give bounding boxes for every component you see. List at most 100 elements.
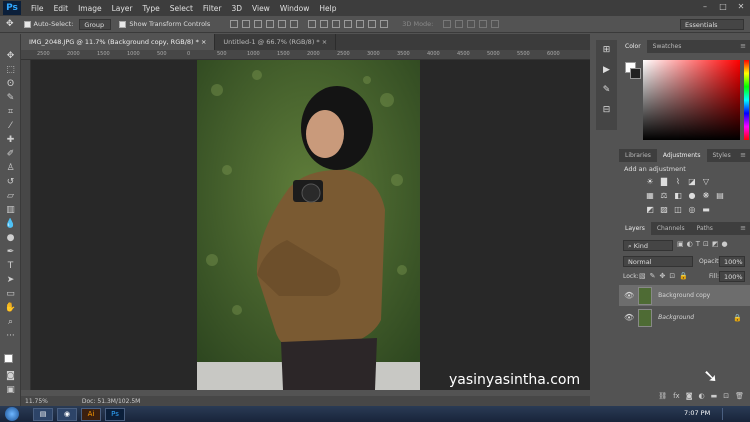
- distribute-bottom-icon[interactable]: [332, 20, 341, 28]
- blend-mode-dropdown[interactable]: Normal: [623, 256, 693, 267]
- 3d-roll-icon[interactable]: [455, 20, 464, 28]
- background-color-swatch[interactable]: [630, 68, 641, 79]
- align-hcenter-icon[interactable]: [278, 20, 287, 28]
- 3d-scale-icon[interactable]: [491, 20, 500, 28]
- close-button[interactable]: ✕: [736, 2, 746, 12]
- invert-icon[interactable]: ◩: [645, 205, 655, 215]
- adjustment-layer-icon[interactable]: ◐: [699, 392, 705, 404]
- menu-layer[interactable]: Layer: [112, 4, 133, 13]
- menu-help[interactable]: Help: [319, 4, 336, 13]
- fill-field[interactable]: 100%: [719, 271, 745, 282]
- layer-row-background-copy[interactable]: 👁 Background copy: [619, 285, 750, 306]
- 3d-orbit-icon[interactable]: [443, 20, 452, 28]
- lock-icons[interactable]: ▧✎✥⊡🔒: [639, 272, 692, 280]
- minimize-button[interactable]: –: [700, 2, 710, 12]
- menu-file[interactable]: File: [31, 4, 44, 13]
- tab-layers[interactable]: Layers: [619, 222, 651, 235]
- color-picker-field[interactable]: [643, 60, 740, 140]
- history-brush-tool-icon[interactable]: ↺: [3, 176, 18, 188]
- tab-libraries[interactable]: Libraries: [619, 149, 657, 162]
- dodge-tool-icon[interactable]: ●: [3, 232, 18, 244]
- color-balance-icon[interactable]: ⚖: [659, 191, 669, 201]
- opacity-field[interactable]: 100%: [719, 256, 745, 267]
- menu-view[interactable]: View: [252, 4, 270, 13]
- channel-mixer-icon[interactable]: ❋: [701, 191, 711, 201]
- new-group-icon[interactable]: ▬: [711, 392, 718, 404]
- photoshop-taskbar-icon[interactable]: Ps: [105, 407, 125, 421]
- screen-mode-icon[interactable]: ▣: [3, 384, 18, 396]
- document-photo[interactable]: [197, 60, 420, 390]
- quick-mask-icon[interactable]: ◙: [3, 370, 18, 382]
- properties-panel-icon[interactable]: ⊟: [600, 104, 613, 117]
- link-layers-icon[interactable]: ⛓: [658, 392, 667, 404]
- tab-styles[interactable]: Styles: [707, 149, 737, 162]
- visibility-eye-icon[interactable]: 👁: [624, 291, 634, 300]
- crop-tool-icon[interactable]: ⌗: [3, 106, 18, 118]
- menu-type[interactable]: Type: [143, 4, 160, 13]
- move-tool-icon[interactable]: ✥: [6, 19, 14, 29]
- distribute-hcenter-icon[interactable]: [356, 20, 365, 28]
- history-panel-icon[interactable]: ⊞: [600, 44, 613, 57]
- layer-style-icon[interactable]: fx: [673, 392, 680, 404]
- tab-channels[interactable]: Channels: [651, 222, 691, 235]
- tab-img-2048[interactable]: IMG_2048.JPG @ 11.7% (Background copy, R…: [21, 34, 216, 50]
- workspace-dropdown[interactable]: Essentials: [680, 19, 744, 30]
- tab-paths[interactable]: Paths: [691, 222, 719, 235]
- layer-mask-icon[interactable]: ◙: [686, 392, 693, 404]
- panel-menu-icon[interactable]: ≡: [740, 42, 746, 50]
- menu-filter[interactable]: Filter: [203, 4, 222, 13]
- brush-tool-icon[interactable]: ✐: [3, 148, 18, 160]
- distribute-vcenter-icon[interactable]: [320, 20, 329, 28]
- levels-icon[interactable]: ▇: [659, 177, 669, 187]
- distribute-top-icon[interactable]: [308, 20, 317, 28]
- clone-stamp-tool-icon[interactable]: ♙: [3, 162, 18, 174]
- illustrator-icon[interactable]: Ai: [81, 407, 101, 421]
- auto-align-icon[interactable]: [380, 20, 389, 28]
- panel-menu-icon[interactable]: ≡: [740, 224, 746, 232]
- delete-layer-icon[interactable]: 🗑: [735, 392, 744, 404]
- posterize-icon[interactable]: ▨: [659, 205, 669, 215]
- tab-adjustments[interactable]: Adjustments: [656, 149, 707, 162]
- auto-select-dropdown[interactable]: Group: [79, 18, 112, 30]
- close-tab-icon[interactable]: ×: [322, 38, 327, 46]
- hue-saturation-icon[interactable]: ▦: [645, 191, 655, 201]
- vibrance-icon[interactable]: ▽: [701, 177, 711, 187]
- transform-controls-checkbox[interactable]: [119, 20, 127, 28]
- tab-swatches[interactable]: Swatches: [647, 40, 688, 53]
- move-tool-icon[interactable]: ✥: [3, 50, 18, 62]
- distribute-right-icon[interactable]: [368, 20, 377, 28]
- menu-window[interactable]: Window: [280, 4, 310, 13]
- selective-color-icon[interactable]: ◎: [687, 205, 697, 215]
- lasso-tool-icon[interactable]: ʘ: [3, 78, 18, 90]
- align-left-icon[interactable]: [266, 20, 275, 28]
- gradient-tool-icon[interactable]: ▥: [3, 204, 18, 216]
- zoom-tool-icon[interactable]: ⌕: [3, 316, 18, 328]
- tab-color[interactable]: Color: [619, 40, 647, 53]
- chrome-icon[interactable]: ◉: [57, 407, 77, 421]
- foreground-color-swatch[interactable]: [4, 354, 13, 363]
- new-layer-icon[interactable]: ⊡: [723, 392, 729, 404]
- actions-panel-icon[interactable]: ▶: [600, 64, 613, 77]
- exposure-icon[interactable]: ◪: [687, 177, 697, 187]
- healing-brush-tool-icon[interactable]: ✚: [3, 134, 18, 146]
- menu-image[interactable]: Image: [78, 4, 102, 13]
- distribute-left-icon[interactable]: [344, 20, 353, 28]
- menu-select[interactable]: Select: [170, 4, 193, 13]
- marquee-tool-icon[interactable]: ⬚: [3, 64, 18, 76]
- photo-filter-icon[interactable]: ●: [687, 191, 697, 201]
- menu-3d[interactable]: 3D: [231, 4, 242, 13]
- visibility-eye-icon[interactable]: 👁: [624, 313, 634, 322]
- eyedropper-tool-icon[interactable]: ⁄: [3, 120, 18, 132]
- hand-tool-icon[interactable]: ✋: [3, 302, 18, 314]
- 3d-slide-icon[interactable]: [479, 20, 488, 28]
- auto-select-checkbox[interactable]: [23, 20, 31, 28]
- brightness-icon[interactable]: ☀: [645, 177, 655, 187]
- hue-slider[interactable]: [744, 60, 749, 140]
- curves-icon[interactable]: ⌇: [673, 177, 683, 187]
- layer-filter-icons[interactable]: ▣◐T⊡◩●: [677, 240, 731, 248]
- more-tools-icon[interactable]: ···: [3, 330, 18, 342]
- panel-menu-icon[interactable]: ≡: [740, 151, 746, 159]
- layer-row-background[interactable]: 👁 Background 🔒: [619, 307, 750, 328]
- blur-tool-icon[interactable]: 💧: [3, 218, 18, 230]
- shape-tool-icon[interactable]: ▭: [3, 288, 18, 300]
